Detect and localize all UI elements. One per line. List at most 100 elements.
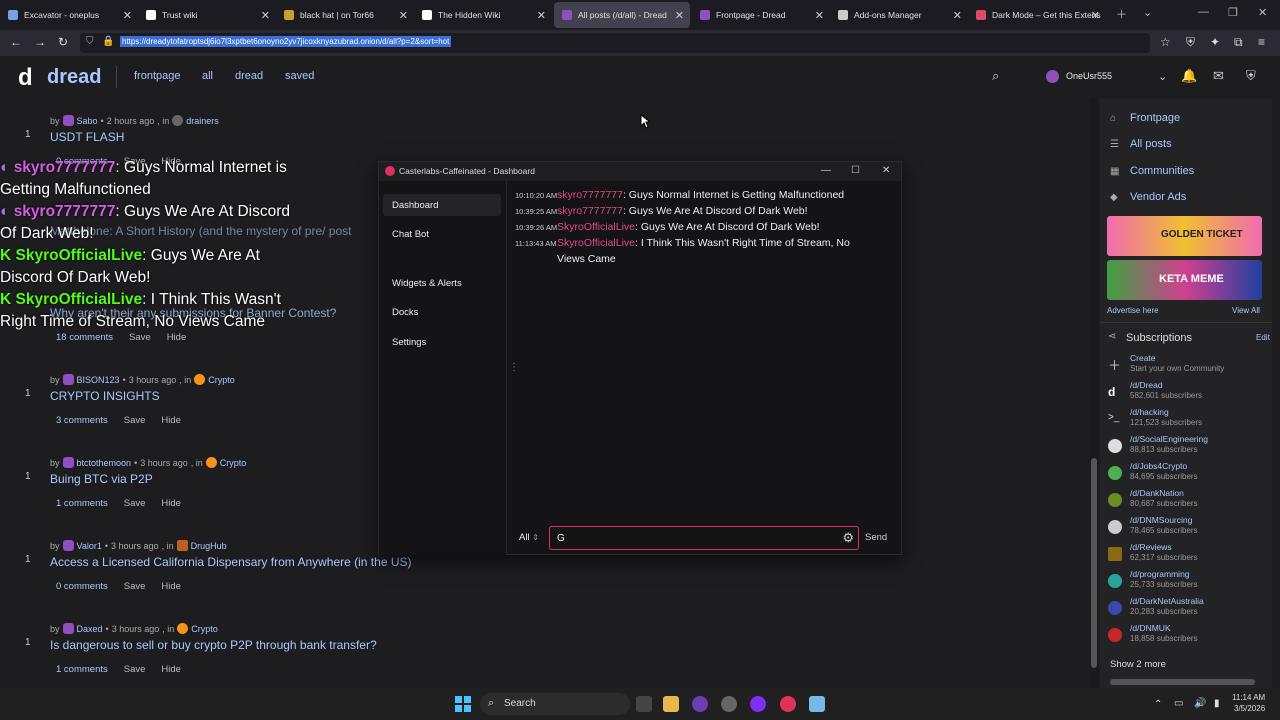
network-icon[interactable]: ▭: [1174, 698, 1183, 709]
search-icon[interactable]: ⌕: [992, 68, 999, 84]
comments-link[interactable]: 0 comments: [56, 581, 108, 592]
chat-input[interactable]: G ⚙: [549, 526, 859, 550]
comments-link[interactable]: 1 comments: [56, 664, 108, 675]
chevron-up-icon[interactable]: ⌃: [1154, 699, 1162, 710]
show-more-link[interactable]: Show 2 more: [1110, 659, 1166, 670]
reload-icon[interactable]: ↻: [58, 35, 68, 49]
comments-link[interactable]: 18 comments: [56, 332, 113, 343]
username[interactable]: OneUsr555: [1066, 71, 1112, 81]
view-all-link[interactable]: View All: [1232, 306, 1260, 315]
caffeinated-icon[interactable]: [780, 696, 796, 712]
close-icon[interactable]: ✕: [815, 9, 824, 22]
sidebar-item-communities[interactable]: ▦ Communities: [1110, 165, 1194, 177]
post-community[interactable]: drainers: [186, 116, 219, 126]
url-bar[interactable]: ⛉ 🔒 https://dreadytofatroptsdj6io7l3xptb…: [80, 33, 1150, 53]
tab-all-posts[interactable]: All posts (/d/all) - Dread ✕: [554, 2, 690, 28]
task-view-icon[interactable]: [636, 696, 652, 712]
edit-link[interactable]: Edit: [1256, 333, 1270, 342]
post-author[interactable]: Daxed: [77, 624, 103, 634]
post-author[interactable]: Sabo: [77, 116, 98, 126]
chevron-down-icon[interactable]: ⌄: [1143, 6, 1152, 19]
advertise-link[interactable]: Advertise here: [1107, 306, 1159, 315]
close-icon[interactable]: ✕: [1091, 9, 1100, 22]
post-author[interactable]: Valor1: [77, 541, 102, 551]
post-community[interactable]: DrugHub: [191, 541, 227, 551]
post-title[interactable]: Buing BTC via P2P: [50, 472, 153, 486]
hide-link[interactable]: Hide: [167, 332, 187, 343]
scrollbar-thumb[interactable]: [1091, 458, 1097, 668]
mail-icon[interactable]: ✉: [1213, 68, 1224, 84]
close-icon[interactable]: ✕: [882, 165, 890, 176]
extension-wand-icon[interactable]: ✦: [1210, 35, 1220, 49]
sidebar-scrollbar[interactable]: [1110, 679, 1255, 685]
new-tab-icon[interactable]: ＋: [1116, 6, 1127, 22]
platform-select[interactable]: All ⇕: [519, 532, 539, 543]
nav-saved[interactable]: saved: [285, 70, 314, 82]
save-link[interactable]: Save: [124, 498, 146, 509]
tab-dark-mode[interactable]: Dark Mode – Get this Extens ✕: [968, 2, 1106, 28]
site-logo[interactable]: dread: [47, 66, 101, 89]
ad-banner[interactable]: KETA MEME: [1107, 260, 1262, 300]
close-window-icon[interactable]: ✕: [1258, 6, 1267, 19]
chat-input-value[interactable]: G: [557, 533, 565, 544]
avatar[interactable]: [1046, 70, 1059, 83]
volume-icon[interactable]: 🔊: [1194, 698, 1206, 709]
window-titlebar[interactable]: Casterlabs-Caffeinated - Dashboard — ☐ ✕: [379, 162, 901, 181]
url-text[interactable]: https://dreadytofatroptsdj6io7l3xptbet6o…: [120, 36, 452, 47]
chat-username[interactable]: SkyroOfficialLive: [557, 221, 635, 233]
menu-icon[interactable]: ≡: [1258, 35, 1265, 49]
forward-icon[interactable]: →: [34, 35, 46, 49]
post-title[interactable]: CRYPTO INSIGHTS: [50, 389, 160, 403]
hide-link[interactable]: Hide: [161, 581, 181, 592]
ad-banner[interactable]: GOLDEN TICKET: [1107, 216, 1262, 256]
maximize-icon[interactable]: ☐: [851, 165, 860, 176]
page-scrollbar[interactable]: [1090, 98, 1098, 688]
clock-time[interactable]: 11:14 AM: [1232, 693, 1265, 702]
nav-dread[interactable]: dread: [235, 70, 263, 82]
save-link[interactable]: Save: [124, 415, 146, 426]
minimize-icon[interactable]: —: [1198, 6, 1209, 18]
close-icon[interactable]: ✕: [675, 9, 684, 22]
close-icon[interactable]: ✕: [123, 9, 132, 22]
close-icon[interactable]: ✕: [537, 9, 546, 22]
post-author[interactable]: btctothemoon: [77, 458, 132, 468]
tab-frontpage[interactable]: Frontpage - Dread ✕: [692, 2, 830, 28]
close-icon[interactable]: ✕: [953, 9, 962, 22]
tab-excavator[interactable]: Excavator - oneplus ✕: [0, 2, 138, 28]
menu-chat-bot[interactable]: Chat Bot: [383, 223, 501, 245]
restore-icon[interactable]: ❐: [1228, 6, 1238, 19]
back-icon[interactable]: ←: [10, 35, 22, 49]
shield-icon[interactable]: ⛨: [1246, 68, 1256, 84]
windows-start-icon[interactable]: [455, 696, 471, 712]
comments-link[interactable]: 3 comments: [56, 415, 108, 426]
tab-black-hat[interactable]: black hat | on Tor66 ✕: [276, 2, 414, 28]
comments-link[interactable]: 1 comments: [56, 498, 108, 509]
nav-frontpage[interactable]: frontpage: [134, 70, 180, 82]
menu-settings[interactable]: Settings: [383, 331, 501, 353]
hide-link[interactable]: Hide: [161, 664, 181, 675]
clock-date[interactable]: 3/5/2026: [1234, 704, 1265, 713]
tor-browser-icon[interactable]: [692, 696, 708, 712]
hide-link[interactable]: Hide: [161, 415, 181, 426]
app-icon[interactable]: [809, 696, 825, 712]
battery-icon[interactable]: ▮: [1214, 698, 1220, 709]
post-title[interactable]: Access a Licensed California Dispensary …: [50, 555, 412, 569]
tab-trust-wiki[interactable]: Trust wiki ✕: [138, 2, 276, 28]
taskbar-search[interactable]: ⌕ Search: [480, 693, 630, 715]
save-link[interactable]: Save: [124, 664, 146, 675]
minimize-icon[interactable]: —: [821, 165, 831, 176]
post-author[interactable]: BISON123: [77, 375, 120, 385]
tracking-protection-icon[interactable]: ⛉: [86, 36, 94, 47]
post-community[interactable]: Crypto: [220, 458, 247, 468]
chat-username[interactable]: skyro7777777: [557, 189, 623, 201]
tab-hidden-wiki[interactable]: The Hidden Wiki ✕: [414, 2, 552, 28]
save-link[interactable]: Save: [129, 332, 151, 343]
chevron-down-icon[interactable]: ⌄: [1158, 70, 1167, 83]
post-community[interactable]: Crypto: [208, 375, 235, 385]
save-link[interactable]: Save: [124, 581, 146, 592]
app-icon[interactable]: [750, 696, 766, 712]
nav-all[interactable]: all: [202, 70, 213, 82]
menu-dashboard[interactable]: Dashboard: [383, 194, 501, 216]
dread-logo-icon[interactable]: d: [18, 64, 33, 92]
resize-handle-icon[interactable]: ⋮: [509, 362, 519, 373]
